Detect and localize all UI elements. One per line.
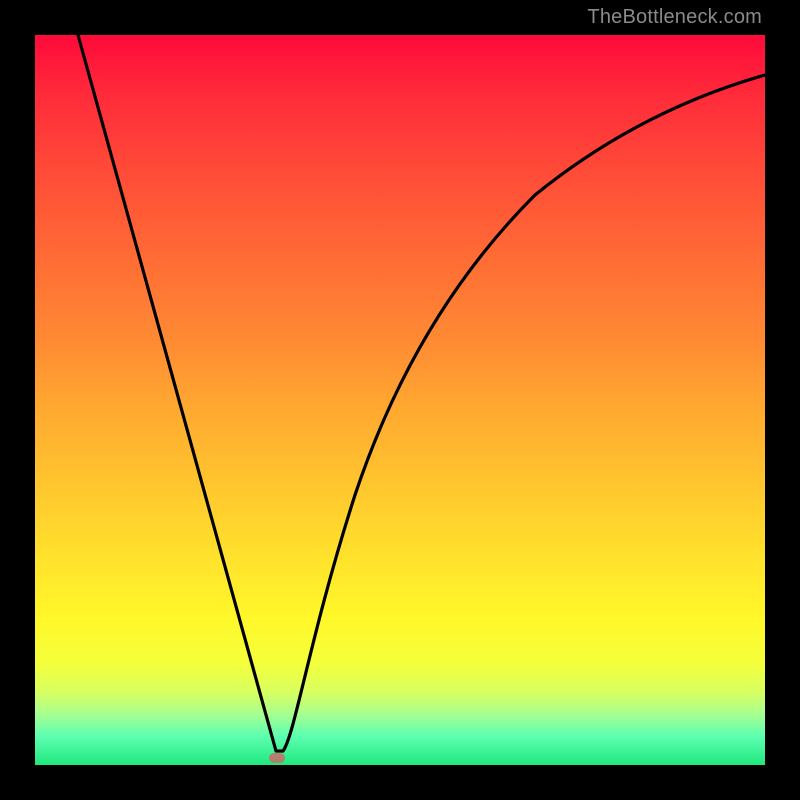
curve-path xyxy=(78,35,765,751)
bottleneck-curve xyxy=(35,35,765,765)
chart-frame: TheBottleneck.com xyxy=(0,0,800,800)
optimal-point-marker xyxy=(269,753,285,763)
plot-area xyxy=(35,35,765,765)
watermark-text: TheBottleneck.com xyxy=(587,6,762,29)
